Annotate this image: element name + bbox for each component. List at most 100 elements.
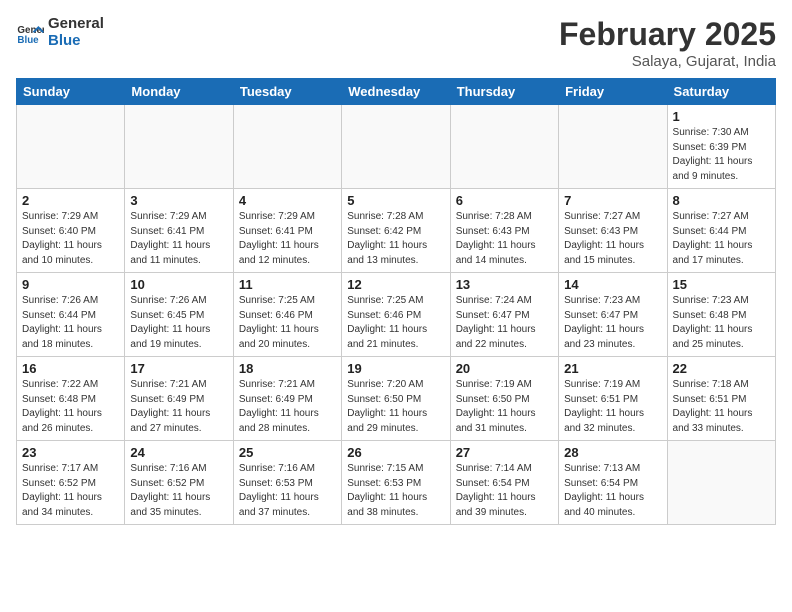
calendar-day: 6 Sunrise: 7:28 AMSunset: 6:43 PMDaylight… (450, 189, 558, 273)
day-info-text: Sunrise: 7:16 AMSunset: 6:53 PMDaylight:… (239, 462, 336, 520)
day-info-text: Sunrise: 7:29 AMSunset: 6:41 PMDaylight:… (239, 210, 336, 268)
day-number: 17 (130, 361, 227, 376)
day-info-text: Sunrise: 7:19 AMSunset: 6:51 PMDaylight:… (564, 378, 661, 436)
logo: General Blue General Blue (16, 16, 104, 49)
day-info-text: Sunrise: 7:28 AMSunset: 6:42 PMDaylight:… (347, 210, 444, 268)
logo-blue-text: Blue (48, 33, 104, 50)
calendar-week-2: 2 Sunrise: 7:29 AMSunset: 6:40 PMDaylight… (17, 189, 776, 273)
day-number: 2 (22, 193, 119, 208)
weekday-header-thursday: Thursday (450, 79, 558, 105)
calendar-day: 15 Sunrise: 7:23 AMSunset: 6:48 PMDayligh… (667, 273, 775, 357)
weekday-header-saturday: Saturday (667, 79, 775, 105)
calendar-day: 14 Sunrise: 7:23 AMSunset: 6:47 PMDayligh… (559, 273, 667, 357)
calendar-day: 4Sunrise: 7:29 AMSunset: 6:41 PMDaylight… (233, 189, 341, 273)
calendar-day: 22 Sunrise: 7:18 AMSunset: 6:51 PMDayligh… (667, 357, 775, 441)
calendar-day: 21 Sunrise: 7:19 AMSunset: 6:51 PMDayligh… (559, 357, 667, 441)
day-info-text: Sunrise: 7:29 AMSunset: 6:40 PMDaylight:… (22, 210, 119, 268)
location-text: Salaya, Gujarat, India (559, 53, 776, 70)
calendar-day (559, 105, 667, 189)
calendar-header: SundayMondayTuesdayWednesdayThursdayFrid… (17, 79, 776, 105)
calendar-table: SundayMondayTuesdayWednesdayThursdayFrid… (16, 78, 776, 525)
calendar-week-5: 23 Sunrise: 7:17 AMSunset: 6:52 PMDayligh… (17, 441, 776, 525)
day-info-text: Sunrise: 7:28 AMSunset: 6:43 PMDaylight:… (456, 210, 553, 268)
day-info-text: Sunrise: 7:20 AMSunset: 6:50 PMDaylight:… (347, 378, 444, 436)
logo-general-text: General (48, 16, 104, 33)
day-info-text: Sunrise: 7:18 AMSunset: 6:51 PMDaylight:… (673, 378, 770, 436)
day-number: 23 (22, 445, 119, 460)
day-number: 14 (564, 277, 661, 292)
day-info-text: Sunrise: 7:16 AMSunset: 6:52 PMDaylight:… (130, 462, 227, 520)
calendar-day: 26 Sunrise: 7:15 AMSunset: 6:53 PMDayligh… (342, 441, 450, 525)
calendar-week-3: 9 Sunrise: 7:26 AMSunset: 6:44 PMDaylight… (17, 273, 776, 357)
day-info-text: Sunrise: 7:27 AMSunset: 6:44 PMDaylight:… (673, 210, 770, 268)
calendar-day (450, 105, 558, 189)
calendar-day: 18Sunrise: 7:21 AMSunset: 6:49 PMDayligh… (233, 357, 341, 441)
day-number: 26 (347, 445, 444, 460)
calendar-day: 9 Sunrise: 7:26 AMSunset: 6:44 PMDaylight… (17, 273, 125, 357)
weekday-header-tuesday: Tuesday (233, 79, 341, 105)
day-info-text: Sunrise: 7:19 AMSunset: 6:50 PMDaylight:… (456, 378, 553, 436)
calendar-day: 23 Sunrise: 7:17 AMSunset: 6:52 PMDayligh… (17, 441, 125, 525)
month-year-title: February 2025 (559, 16, 776, 53)
day-number: 7 (564, 193, 661, 208)
day-info-text: Sunrise: 7:30 AMSunset: 6:39 PMDaylight:… (673, 126, 770, 184)
calendar-day: 7 Sunrise: 7:27 AMSunset: 6:43 PMDaylight… (559, 189, 667, 273)
calendar-body: 1 Sunrise: 7:30 AMSunset: 6:39 PMDaylight… (17, 105, 776, 525)
day-number: 24 (130, 445, 227, 460)
calendar-day (17, 105, 125, 189)
day-info-text: Sunrise: 7:13 AMSunset: 6:54 PMDaylight:… (564, 462, 661, 520)
day-number: 10 (130, 277, 227, 292)
calendar-day (342, 105, 450, 189)
day-number: 21 (564, 361, 661, 376)
day-info-text: Sunrise: 7:27 AMSunset: 6:43 PMDaylight:… (564, 210, 661, 268)
logo-icon: General Blue (16, 19, 44, 47)
day-number: 28 (564, 445, 661, 460)
day-info-text: Sunrise: 7:15 AMSunset: 6:53 PMDaylight:… (347, 462, 444, 520)
calendar-day: 20 Sunrise: 7:19 AMSunset: 6:50 PMDayligh… (450, 357, 558, 441)
day-number: 1 (673, 109, 770, 124)
day-number: 15 (673, 277, 770, 292)
calendar-day (233, 105, 341, 189)
day-number: 16 (22, 361, 119, 376)
day-info-text: Sunrise: 7:23 AMSunset: 6:47 PMDaylight:… (564, 294, 661, 352)
day-info-text: Sunrise: 7:26 AMSunset: 6:45 PMDaylight:… (130, 294, 227, 352)
day-info-text: Sunrise: 7:22 AMSunset: 6:48 PMDaylight:… (22, 378, 119, 436)
title-block: February 2025 Salaya, Gujarat, India (559, 16, 776, 70)
calendar-day: 17Sunrise: 7:21 AMSunset: 6:49 PMDayligh… (125, 357, 233, 441)
day-info-text: Sunrise: 7:23 AMSunset: 6:48 PMDaylight:… (673, 294, 770, 352)
calendar-day (125, 105, 233, 189)
day-info-text: Sunrise: 7:29 AMSunset: 6:41 PMDaylight:… (130, 210, 227, 268)
day-number: 6 (456, 193, 553, 208)
calendar-week-1: 1 Sunrise: 7:30 AMSunset: 6:39 PMDaylight… (17, 105, 776, 189)
calendar-day: 5 Sunrise: 7:28 AMSunset: 6:42 PMDaylight… (342, 189, 450, 273)
day-number: 19 (347, 361, 444, 376)
weekday-header-row: SundayMondayTuesdayWednesdayThursdayFrid… (17, 79, 776, 105)
day-number: 22 (673, 361, 770, 376)
day-number: 8 (673, 193, 770, 208)
calendar-day: 25 Sunrise: 7:16 AMSunset: 6:53 PMDayligh… (233, 441, 341, 525)
day-number: 12 (347, 277, 444, 292)
calendar-day: 24 Sunrise: 7:16 AMSunset: 6:52 PMDayligh… (125, 441, 233, 525)
weekday-header-wednesday: Wednesday (342, 79, 450, 105)
day-number: 20 (456, 361, 553, 376)
day-number: 18 (239, 361, 336, 376)
day-info-text: Sunrise: 7:25 AMSunset: 6:46 PMDaylight:… (239, 294, 336, 352)
calendar-day: 13Sunrise: 7:24 AMSunset: 6:47 PMDayligh… (450, 273, 558, 357)
day-number: 25 (239, 445, 336, 460)
day-info-text: Sunrise: 7:17 AMSunset: 6:52 PMDaylight:… (22, 462, 119, 520)
calendar-day (667, 441, 775, 525)
day-number: 9 (22, 277, 119, 292)
weekday-header-friday: Friday (559, 79, 667, 105)
svg-text:Blue: Blue (17, 34, 39, 45)
day-info-text: Sunrise: 7:26 AMSunset: 6:44 PMDaylight:… (22, 294, 119, 352)
calendar-day: 3Sunrise: 7:29 AMSunset: 6:41 PMDaylight… (125, 189, 233, 273)
weekday-header-monday: Monday (125, 79, 233, 105)
day-number: 27 (456, 445, 553, 460)
calendar-day: 27Sunrise: 7:14 AMSunset: 6:54 PMDayligh… (450, 441, 558, 525)
day-number: 5 (347, 193, 444, 208)
calendar-day: 1 Sunrise: 7:30 AMSunset: 6:39 PMDaylight… (667, 105, 775, 189)
day-number: 11 (239, 277, 336, 292)
day-info-text: Sunrise: 7:24 AMSunset: 6:47 PMDaylight:… (456, 294, 553, 352)
calendar-day: 10 Sunrise: 7:26 AMSunset: 6:45 PMDayligh… (125, 273, 233, 357)
calendar-day: 16 Sunrise: 7:22 AMSunset: 6:48 PMDayligh… (17, 357, 125, 441)
